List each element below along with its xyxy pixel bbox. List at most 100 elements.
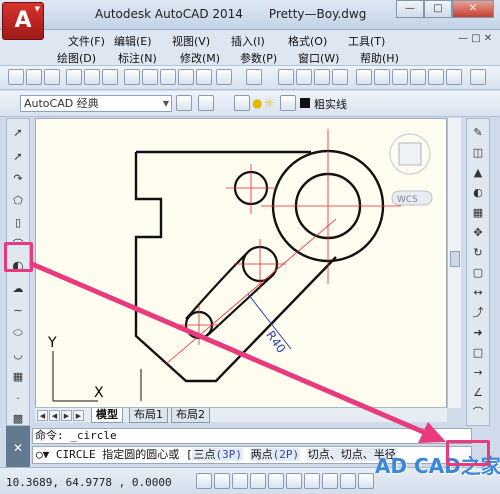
dynamic-input-icon[interactable] [358,473,374,489]
3d-object-snap-icon[interactable] [304,473,320,489]
paste-icon[interactable] [160,69,176,85]
polar-tracking-icon[interactable] [268,473,284,489]
option-3p[interactable]: 三点(3P) [192,448,243,461]
menu-tools[interactable]: 工具(T) [348,33,385,49]
sun-icon[interactable]: ☼ [264,96,275,110]
menu-format[interactable]: 格式(O) [288,33,327,49]
object-snap-icon[interactable] [286,473,302,489]
offset-icon[interactable]: ◐ [470,185,486,201]
publish-icon[interactable] [102,69,118,85]
menu-draw[interactable]: 绘图(D) [57,50,96,66]
close-button[interactable]: ✕ [452,0,494,18]
arc-icon[interactable]: ⌒ [10,237,26,253]
hatch-icon[interactable]: ▩ [10,411,26,427]
lock-icon[interactable] [280,95,296,111]
menu-window[interactable]: 窗口(W) [298,50,339,66]
grid-display-icon[interactable] [232,473,248,489]
ortho-mode-icon[interactable] [250,473,266,489]
sheet-set-icon[interactable] [410,69,426,85]
cut-icon[interactable] [124,69,140,85]
drawing-canvas[interactable]: R40 Y X WCS [35,118,447,408]
line-icon[interactable]: ➚ [10,125,26,141]
zoom-previous-icon[interactable] [332,69,348,85]
extend-icon[interactable]: ➜ [470,325,486,341]
design-center-icon[interactable] [374,69,390,85]
menu-help[interactable]: 帮助(H) [360,50,399,66]
polyline-icon[interactable]: ↷ [10,171,26,187]
match-properties-icon[interactable] [178,69,194,85]
minimize-button[interactable]: — [396,0,424,18]
quickcalc-icon[interactable] [446,69,462,85]
lightbulb-icon[interactable]: ● [252,96,262,110]
rectangle-icon[interactable]: ▯ [10,215,26,231]
move-icon[interactable]: ✥ [470,225,486,241]
undo-icon[interactable] [216,69,232,85]
revision-cloud-icon[interactable]: ☁ [10,281,26,297]
print-icon[interactable] [66,69,82,85]
maximize-button[interactable]: □ [424,0,452,18]
mdi-window-controls[interactable]: — □ ✕ [458,33,492,44]
layer-manager-icon[interactable] [234,95,250,111]
point-icon[interactable]: · [10,391,26,407]
current-layer-name[interactable]: 粗实线 [314,96,347,112]
zoom-window-icon[interactable] [314,69,330,85]
menu-insert[interactable]: 插入(I) [231,33,265,49]
menu-view[interactable]: 视图(V) [172,33,210,49]
new-file-icon[interactable] [8,69,24,85]
erase-icon[interactable]: ✎ [470,125,486,141]
object-snap-tracking-icon[interactable] [322,473,338,489]
workspace-settings-icon[interactable] [176,95,192,111]
snap-mode-icon[interactable] [214,473,230,489]
tab-layout2[interactable]: 布局2 [171,408,210,423]
pan-icon[interactable] [278,69,294,85]
menu-dimension[interactable]: 标注(N) [118,50,157,66]
circle-icon[interactable]: ◐ [10,259,26,275]
spline-icon[interactable]: ∼ [10,303,26,319]
mirror-icon[interactable]: ▲ [470,165,486,181]
ellipse-arc-icon[interactable]: ◡ [10,347,26,363]
print-preview-icon[interactable] [84,69,100,85]
workspace-select[interactable]: AutoCAD 经典 ▼ [20,95,172,112]
option-2p[interactable]: 两点(2P) [249,448,301,461]
tab-first-icon[interactable]: ◀ [37,410,48,421]
markup-icon[interactable] [428,69,444,85]
polygon-icon[interactable]: ⬠ [10,193,26,209]
copy-icon[interactable] [142,69,158,85]
menu-parametric[interactable]: 参数(P) [240,50,277,66]
save-icon[interactable] [44,69,60,85]
redo-icon[interactable] [246,69,262,85]
command-line-close-icon[interactable]: ✕ [6,426,30,470]
tab-model[interactable]: 模型 [91,408,123,423]
stretch-icon[interactable]: ↔ [470,285,486,301]
trim-icon[interactable]: ⤴ [470,305,486,321]
insert-block-icon[interactable]: ▦ [10,369,26,385]
dynamic-ucs-icon[interactable] [340,473,356,489]
vertical-scrollbar[interactable] [447,118,461,408]
tab-layout1[interactable]: 布局1 [129,408,168,423]
zoom-realtime-icon[interactable] [296,69,312,85]
tab-last-icon[interactable]: ▶ [73,410,84,421]
tab-next-icon[interactable]: ▶ [61,410,72,421]
copy-object-icon[interactable]: ◫ [470,145,486,161]
join-icon[interactable]: → [470,365,486,381]
scrollbar-thumb[interactable] [450,251,460,267]
menu-modify[interactable]: 修改(M) [180,50,220,66]
application-menu-button[interactable]: A ▼ [2,2,44,40]
menu-file[interactable]: 文件(F) [68,33,105,49]
block-editor-icon[interactable] [196,69,212,85]
infer-constraints-icon[interactable] [196,473,212,489]
menu-edit[interactable]: 编辑(E) [114,33,152,49]
construction-line-icon[interactable]: ➚ [10,149,26,165]
open-file-icon[interactable] [26,69,42,85]
ellipse-icon[interactable]: ⬭ [10,325,26,341]
properties-icon[interactable] [356,69,372,85]
chamfer-icon[interactable]: ∠ [470,385,486,401]
workspace-toggle-icon[interactable] [198,95,214,111]
tool-palettes-icon[interactable] [392,69,408,85]
fillet-icon[interactable]: ⌒ [470,405,486,421]
array-icon[interactable]: ▦ [470,205,486,221]
break-icon[interactable]: □ [470,345,486,361]
scale-icon[interactable]: ▢ [470,265,486,281]
rotate-icon[interactable]: ↻ [470,245,486,261]
tab-prev-icon[interactable]: ◀ [49,410,60,421]
